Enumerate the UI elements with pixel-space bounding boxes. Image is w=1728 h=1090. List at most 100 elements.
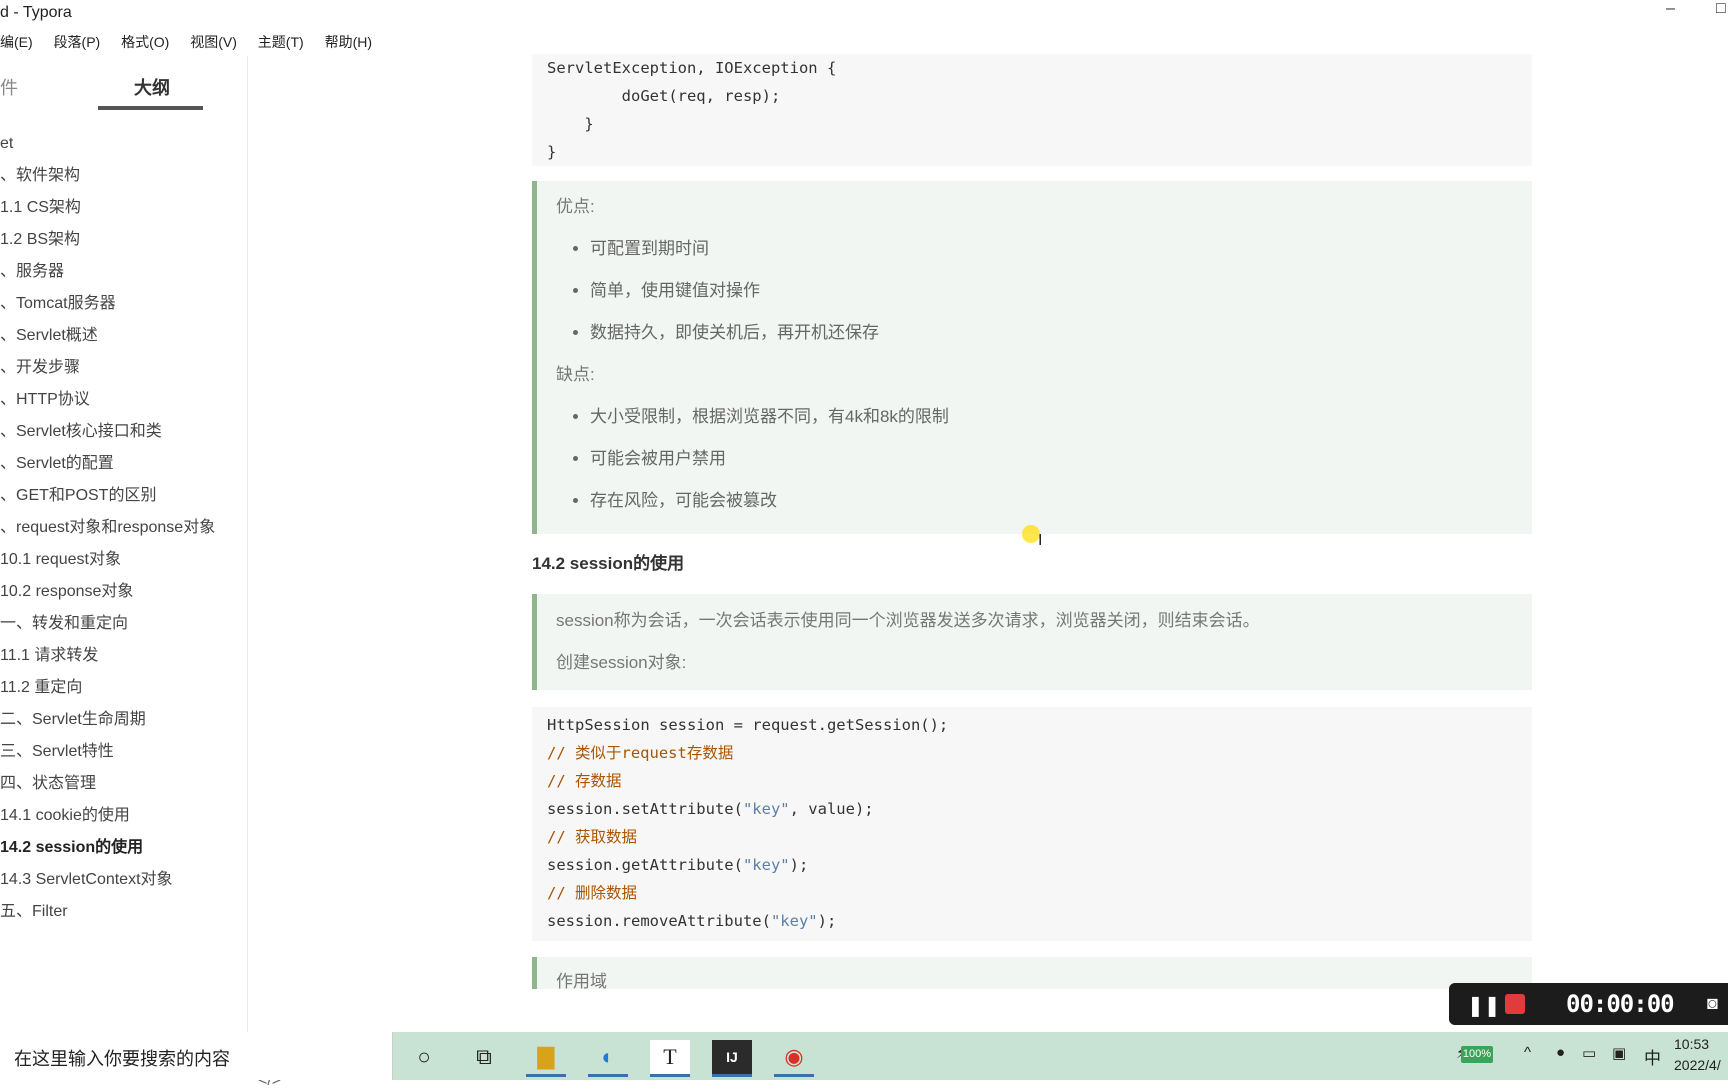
session-create-label: 创建session对象: <box>556 653 687 672</box>
outline-item[interactable]: 14.1 cookie的使用 <box>0 800 247 832</box>
menu-theme[interactable]: 主题(T) <box>258 32 304 52</box>
taskbar-search[interactable]: 在这里输入你要搜索的内容 <box>0 1032 393 1080</box>
pros-item: 数据持久，即使关机后，再开机还保存 <box>590 312 1532 354</box>
outline-item[interactable]: 、开发步骤 <box>0 352 247 384</box>
cortana-icon[interactable]: ○ <box>404 1040 444 1074</box>
outline-item[interactable]: 四、状态管理 <box>0 768 247 800</box>
menu-view[interactable]: 视图(V) <box>190 32 237 52</box>
tab-outline[interactable]: 大纲 <box>134 74 170 100</box>
code-line: // 存数据 <box>547 772 622 790</box>
cons-item: 大小受限制，根据浏览器不同，有4k和8k的限制 <box>590 396 1532 438</box>
system-clock[interactable]: 10:53 2022/4/ <box>1674 1034 1721 1076</box>
code-token: session.getAttribute( <box>547 856 743 874</box>
outline-item[interactable]: 、服务器 <box>0 256 247 288</box>
outline-item[interactable]: 、GET和POST的区别 <box>0 480 247 512</box>
code-line: session.setAttribute("key", value); <box>547 795 1517 823</box>
battery-icon[interactable]: ▭ <box>1582 1044 1596 1062</box>
code-line: // 删除数据 <box>547 884 637 902</box>
outline-item[interactable]: 五、Filter <box>0 896 247 928</box>
pros-item: 简单，使用键值对操作 <box>590 270 1532 312</box>
code-block-session[interactable]: HttpSession session = request.getSession… <box>532 707 1532 941</box>
code-token: ); <box>789 856 809 874</box>
maximize-button[interactable]: □ <box>1716 0 1726 18</box>
code-token: session.setAttribute( <box>547 800 743 818</box>
cons-item: 可能会被用户禁用 <box>590 438 1532 480</box>
cons-item: 存在风险，可能会被篡改 <box>590 480 1532 522</box>
search-placeholder: 在这里输入你要搜索的内容 <box>14 1049 230 1069</box>
code-block-doget[interactable]: ServletException, IOException { doGet(re… <box>532 54 1532 166</box>
outline-item[interactable]: 、Tomcat服务器 <box>0 288 247 320</box>
code-string: "key" <box>742 856 790 874</box>
menu-bar: 编(E) 段落(P) 格式(O) 视图(V) 主题(T) 帮助(H) <box>0 32 389 54</box>
microphone-icon[interactable]: ● <box>1556 1044 1565 1061</box>
outline-item[interactable]: 、软件架构 <box>0 160 247 192</box>
battery-level[interactable]: 100% <box>1461 1046 1493 1063</box>
outline-item[interactable]: 、Servlet概述 <box>0 320 247 352</box>
code-line: HttpSession session = request.getSession… <box>547 716 949 734</box>
outline-item[interactable]: 10.1 request对象 <box>0 544 247 576</box>
pros-list: 可配置到期时间简单，使用键值对操作数据持久，即使关机后，再开机还保存 <box>556 228 1532 354</box>
code-line: } <box>547 115 594 133</box>
window-title: d - Typora <box>0 4 72 21</box>
code-line: session.removeAttribute("key"); <box>547 907 1517 935</box>
pause-icon[interactable]: ❚❚ <box>1467 993 1501 1018</box>
outline-list: et 、软件架构 1.1 CS架构 1.2 BS架构 、服务器 、Tomcat服务器 、Se… <box>0 128 247 928</box>
minimize-button[interactable]: – <box>1666 0 1675 18</box>
outline-item[interactable]: 11.1 请求转发 <box>0 640 247 672</box>
code-token: session.removeAttribute( <box>547 912 771 930</box>
code-token: , value); <box>789 800 874 818</box>
intellij-icon[interactable]: IJ <box>712 1040 752 1077</box>
outline-item[interactable]: 14.2 session的使用 <box>0 832 247 864</box>
code-line: doGet(req, resp); <box>547 87 781 105</box>
outline-item[interactable]: 、Servlet核心接口和类 <box>0 416 247 448</box>
title-bar: d - Typora – □ <box>0 0 1728 28</box>
session-description-quote: session称为会话，一次会话表示使用同一个浏览器发送多次请求，浏览器关闭，则… <box>532 594 1532 690</box>
outline-item[interactable]: 1.2 BS架构 <box>0 224 247 256</box>
code-line: // 类似于request存数据 <box>547 744 734 762</box>
sidebar-tabs: 件 大纲 <box>0 56 247 112</box>
outline-item[interactable]: 、Servlet的配置 <box>0 448 247 480</box>
next-quote: 作用域 <box>532 957 1532 989</box>
outline-item[interactable]: 、request对象和response对象 <box>0 512 247 544</box>
outline-item[interactable]: et <box>0 128 247 160</box>
active-tab-indicator <box>98 106 203 110</box>
task-view-icon[interactable]: ⧉ <box>464 1040 504 1074</box>
network-icon[interactable]: ▣ <box>1612 1044 1626 1062</box>
file-explorer-icon[interactable]: ▇ <box>526 1040 566 1077</box>
menu-help[interactable]: 帮助(H) <box>325 32 372 52</box>
clock-date: 2022/4/ <box>1674 1057 1721 1073</box>
chrome-icon[interactable]: ◉ <box>774 1040 814 1077</box>
outline-item[interactable]: 、HTTP协议 <box>0 384 247 416</box>
tab-files[interactable]: 件 <box>0 74 18 100</box>
outline-item[interactable]: 二、Servlet生命周期 <box>0 704 247 736</box>
outline-item[interactable]: 三、Servlet特性 <box>0 736 247 768</box>
menu-edit[interactable]: 编(E) <box>0 32 33 52</box>
text-cursor-icon: I <box>1038 532 1043 549</box>
section-heading: 14.2 session的使用 <box>532 554 685 573</box>
stop-record-icon[interactable] <box>1505 994 1525 1014</box>
sidebar: 件 大纲 et 、软件架构 1.1 CS架构 1.2 BS架构 、服务器 、Tomcat服… <box>0 56 281 1089</box>
menu-format[interactable]: 格式(O) <box>121 32 169 52</box>
cons-title: 缺点: <box>556 365 595 384</box>
outline-item[interactable]: 1.1 CS架构 <box>0 192 247 224</box>
cons-list: 大小受限制，根据浏览器不同，有4k和8k的限制可能会被用户禁用存在风险，可能会被… <box>556 396 1532 522</box>
code-line: ServletException, IOException { <box>547 59 837 77</box>
outline-item[interactable]: 10.2 response对象 <box>0 576 247 608</box>
chevron-up-icon[interactable]: ^ <box>1524 1044 1531 1061</box>
typora-icon[interactable]: T <box>650 1040 690 1077</box>
pros-title: 优点: <box>556 197 595 216</box>
edge-icon[interactable]: ◐ <box>588 1040 628 1077</box>
clock-time: 10:53 <box>1674 1036 1710 1052</box>
code-string: "key" <box>742 800 790 818</box>
next-quote-text: 作用域 <box>556 972 607 989</box>
outline-item[interactable]: 一、转发和重定向 <box>0 608 247 640</box>
menu-paragraph[interactable]: 段落(P) <box>54 32 101 52</box>
session-description: session称为会话，一次会话表示使用同一个浏览器发送多次请求，浏览器关闭，则… <box>556 611 1260 630</box>
outline-item[interactable]: 11.2 重定向 <box>0 672 247 704</box>
screen-recorder: ❚❚ 00:00:00 ◙ <box>1449 983 1728 1025</box>
editor-content[interactable]: ServletException, IOException { doGet(re… <box>532 54 1532 989</box>
ime-indicator[interactable]: 中 <box>1644 1044 1661 1069</box>
taskbar: 在这里输入你要搜索的内容 ○ ⧉ ▇ ◐ T IJ ◉ ⚡ 100% ^ ● ▭… <box>0 1032 1728 1080</box>
outline-item[interactable]: 14.3 ServletContext对象 <box>0 864 247 896</box>
camera-icon[interactable]: ◙ <box>1707 993 1718 1014</box>
